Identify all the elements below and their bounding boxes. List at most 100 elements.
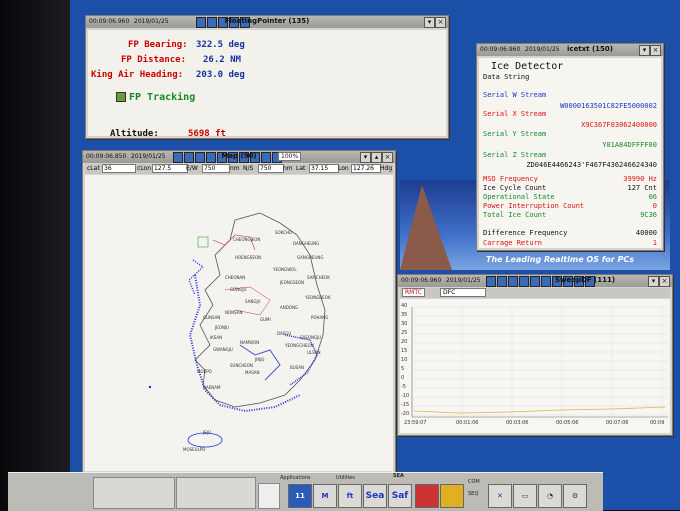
clat-input[interactable]: 36 xyxy=(102,164,136,173)
clat-label: cLat xyxy=(87,165,100,172)
city-label: JEONJU xyxy=(215,325,229,330)
close-icon[interactable]: × xyxy=(382,152,393,163)
settings-icon[interactable]: ⚙ xyxy=(563,484,587,508)
rmtc-field[interactable]: RMTC xyxy=(402,288,425,297)
map-canvas[interactable]: CHEONGJEON DANGHEUNG HOENGSEON YEONGWOL … xyxy=(85,175,393,471)
altitude-label: Altitude: xyxy=(110,129,159,139)
app-button[interactable]: Saf xyxy=(388,484,412,508)
city-label: DANGHEUNG xyxy=(293,241,320,246)
fp-content: FP Bearing: 322.5 deg FP Distance: 26.2 … xyxy=(88,30,446,139)
floating-pointer-window[interactable]: 00:09:06.960 2019/01/25 FloatingPointer … xyxy=(85,15,449,139)
map-window[interactable]: 00:09:06.850 2019/01/25 Map (90) 100% ▾ … xyxy=(82,150,396,474)
power-label: Power Interruption Count xyxy=(483,202,585,210)
x-tick: 00:05:06 xyxy=(556,420,579,426)
jeju-island xyxy=(187,432,223,448)
y-tick: -5 xyxy=(401,384,406,390)
ice-detector-window[interactable]: 00:09:06.960 2019/01/25 icetxt (150) ▾ ×… xyxy=(476,43,664,251)
lat-input[interactable]: 37.15 xyxy=(309,164,339,173)
y-tick: 5 xyxy=(401,366,405,372)
graph-time: 00:09:06.960 xyxy=(401,277,442,284)
city-label: GONGJU xyxy=(230,287,247,292)
opstate-label: Operational State xyxy=(483,193,555,201)
y-tick: 0 xyxy=(401,375,405,381)
minimize-icon[interactable]: ▾ xyxy=(424,17,435,28)
utilities-label: Utilities xyxy=(336,475,355,481)
city-label: GUNSAN xyxy=(203,315,221,320)
serial-w-value: W0000163501C82FE5000002 xyxy=(560,102,657,110)
city-label: CHEONGJEON xyxy=(233,237,261,242)
fp-tracking-checkbox[interactable]: FP Tracking xyxy=(116,92,195,103)
ns-input[interactable]: 750 xyxy=(258,164,284,173)
close-icon[interactable]: × xyxy=(435,17,446,28)
grid-icon[interactable] xyxy=(258,483,280,509)
city-label: CHEONAN xyxy=(225,275,246,280)
city-label: HOENGSEON xyxy=(235,255,261,260)
clon-input[interactable]: 127.5 xyxy=(152,164,188,173)
city-label: GYEONGJU xyxy=(300,335,322,340)
ice-titlebar[interactable]: 00:09:06.960 2019/01/25 icetxt (150) ▾ × xyxy=(477,44,663,56)
brush-icon[interactable] xyxy=(440,484,464,508)
ns-label: N/S xyxy=(243,165,254,172)
city-label: POHANG xyxy=(311,315,329,320)
gauge-icon[interactable]: ◔ xyxy=(538,484,562,508)
applications-label: Applications xyxy=(280,475,311,481)
y-tick: -15 xyxy=(401,402,410,408)
seq-label: SEQ xyxy=(468,491,479,497)
grid xyxy=(412,306,668,417)
toolbar-icon[interactable] xyxy=(486,276,496,287)
graph-svg xyxy=(411,306,668,418)
lat-label: Lat xyxy=(296,165,306,172)
taskbar-window-group[interactable] xyxy=(176,477,256,509)
hdg-label: Hdg xyxy=(380,165,393,172)
app-button[interactable]: Sea xyxy=(363,484,387,508)
city-label: GUMI xyxy=(260,317,271,322)
close-icon[interactable]: × xyxy=(659,276,670,287)
map-titlebar[interactable]: 00:09:06.850 2019/01/25 Map (90) 100% ▾ … xyxy=(83,151,395,163)
serial-w-label: Serial W Stream xyxy=(483,91,547,99)
app-button[interactable]: M xyxy=(313,484,337,508)
graph-titlebar[interactable]: 00:09:06.960 2019/01/25 SweepDF (111) ▾ … xyxy=(398,275,672,287)
serial-y-value: Y01A84DFFFF00 xyxy=(602,141,657,149)
y-tick: -20 xyxy=(401,411,410,417)
mso-value: 39990 Hz xyxy=(623,175,657,183)
fp-titlebar[interactable]: 00:09:06.960 2019/01/25 FloatingPointer … xyxy=(86,16,448,28)
y-tick: 40 xyxy=(401,303,408,309)
minimize-icon[interactable]: ▾ xyxy=(648,276,659,287)
minimize-icon[interactable]: ▾ xyxy=(360,152,371,163)
x-tick: 00:07:06 xyxy=(606,420,629,426)
fp-bearing-label: FP Bearing: xyxy=(128,40,188,50)
mso-label: MSO Frequency xyxy=(483,175,538,183)
app-button[interactable]: ft xyxy=(338,484,362,508)
fp-title: FloatingPointer (135) xyxy=(224,17,310,25)
city-label: ANDONG xyxy=(280,305,299,310)
checkbox-icon[interactable] xyxy=(116,92,126,102)
city-label: YEONGCHEON xyxy=(285,343,314,348)
sweep-graph-window[interactable]: 00:09:06.960 2019/01/25 SweepDF (111) ▾ … xyxy=(397,274,673,436)
x-tick: 00:09 xyxy=(650,420,665,426)
ew-input[interactable]: 750 xyxy=(202,164,230,173)
graph-plot[interactable]: 40 35 30 25 20 15 10 5 0 -5 -10 -15 -20 … xyxy=(400,299,670,433)
minimize-icon[interactable]: ▾ xyxy=(639,45,650,56)
heading-label: King Air Heading: xyxy=(91,70,184,80)
serial-z-value: ZD046E4466243'F467F436246624340 xyxy=(526,161,657,169)
close-icon[interactable]: × xyxy=(650,45,661,56)
city-label: HAENAM xyxy=(203,385,221,390)
app-button[interactable]: 11 xyxy=(288,484,312,508)
sweep-trace xyxy=(413,406,666,414)
city-label: SAMCHEOK xyxy=(307,275,330,280)
com-label: COM xyxy=(468,479,480,485)
heading-value: 203.0 deg xyxy=(196,70,245,80)
taskbar-window-group[interactable] xyxy=(93,477,175,509)
zoom-select[interactable]: 100% xyxy=(278,152,302,161)
fp-distance-label: FP Distance: xyxy=(121,55,187,65)
lon-input[interactable]: 127.26 xyxy=(351,164,381,173)
city-label: JEONGSEON xyxy=(280,280,305,285)
city-label: NAMWON xyxy=(240,340,260,345)
monitor-icon[interactable]: ▭ xyxy=(513,484,537,508)
dfc-field[interactable]: DFC xyxy=(440,288,486,297)
maximize-icon[interactable]: ▴ xyxy=(371,152,382,163)
island-dot xyxy=(148,385,152,389)
expand-icon[interactable]: ✕ xyxy=(488,484,512,508)
tool-icon[interactable] xyxy=(415,484,439,508)
ew-unit: nm xyxy=(230,165,240,172)
